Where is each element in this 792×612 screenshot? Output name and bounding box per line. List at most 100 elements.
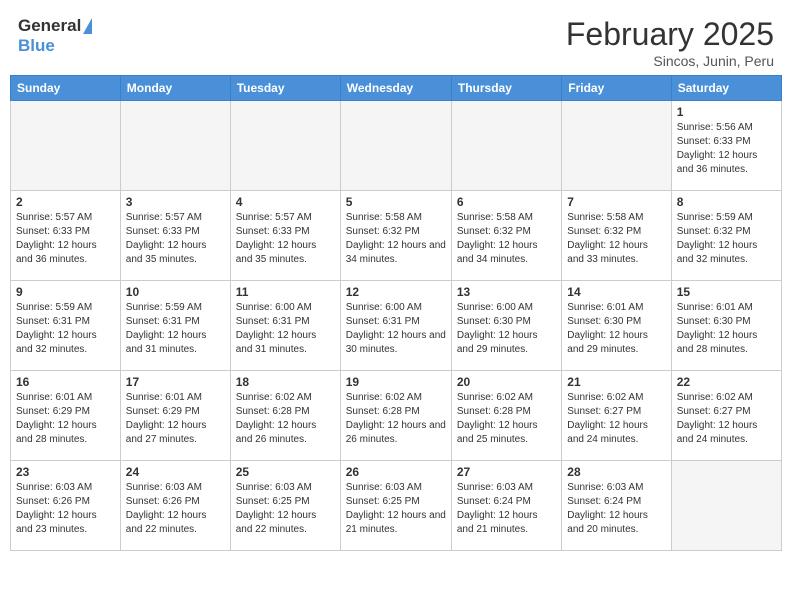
day-info: Sunrise: 6:02 AM Sunset: 6:27 PM Dayligh… bbox=[567, 391, 665, 447]
calendar-day-cell: 21 Sunrise: 6:02 AM Sunset: 6:27 PM Dayli… bbox=[562, 371, 671, 461]
day-info: Sunrise: 6:00 AM Sunset: 6:31 PM Dayligh… bbox=[346, 301, 446, 357]
day-number: 17 bbox=[126, 375, 225, 389]
calendar-day-cell: 23Sunrise: 6:03 AM Sunset: 6:26 PM Dayli… bbox=[11, 461, 121, 551]
day-info: Sunrise: 6:03 AM Sunset: 6:26 PM Dayligh… bbox=[126, 481, 225, 537]
calendar-day-cell: 25 Sunrise: 6:03 AM Sunset: 6:25 PM Dayli… bbox=[230, 461, 340, 551]
calendar-day-cell: 26 Sunrise: 6:03 AM Sunset: 6:25 PM Dayli… bbox=[340, 461, 451, 551]
calendar-day-cell: 1 Sunrise: 5:56 AM Sunset: 6:33 PM Daylig… bbox=[671, 101, 781, 191]
day-info: Sunrise: 6:02 AM Sunset: 6:27 PM Dayligh… bbox=[677, 391, 776, 447]
day-number: 25 bbox=[236, 465, 335, 479]
day-info: Sunrise: 6:01 AM Sunset: 6:30 PM Dayligh… bbox=[677, 301, 776, 357]
logo-blue: Blue bbox=[18, 36, 55, 56]
title-block: February 2025 Sincos, Junin, Peru bbox=[566, 16, 774, 69]
day-info: Sunrise: 5:58 AM Sunset: 6:32 PM Dayligh… bbox=[567, 211, 665, 267]
day-info: Sunrise: 6:01 AM Sunset: 6:29 PM Dayligh… bbox=[16, 391, 115, 447]
calendar-day-cell: 24 Sunrise: 6:03 AM Sunset: 6:26 PM Dayli… bbox=[120, 461, 230, 551]
day-info: Sunrise: 6:01 AM Sunset: 6:30 PM Dayligh… bbox=[567, 301, 665, 357]
calendar-day-cell bbox=[340, 101, 451, 191]
day-number: 21 bbox=[567, 375, 665, 389]
calendar-week-row: 16 Sunrise: 6:01 AM Sunset: 6:29 PM Dayli… bbox=[11, 371, 782, 461]
day-info: Sunrise: 6:02 AM Sunset: 6:28 PM Dayligh… bbox=[346, 391, 446, 447]
day-number: 27 bbox=[457, 465, 556, 479]
month-year-title: February 2025 bbox=[566, 16, 774, 53]
day-of-week-header: Monday bbox=[120, 76, 230, 101]
calendar-day-cell: 28 Sunrise: 6:03 AM Sunset: 6:24 PM Dayli… bbox=[562, 461, 671, 551]
day-info: Sunrise: 5:58 AM Sunset: 6:32 PM Dayligh… bbox=[346, 211, 446, 267]
day-of-week-header: Wednesday bbox=[340, 76, 451, 101]
calendar-day-cell: 9Sunrise: 5:59 AM Sunset: 6:31 PM Daylig… bbox=[11, 281, 121, 371]
calendar-day-cell: 7 Sunrise: 5:58 AM Sunset: 6:32 PM Daylig… bbox=[562, 191, 671, 281]
calendar-day-cell bbox=[11, 101, 121, 191]
day-info: Sunrise: 6:01 AM Sunset: 6:29 PM Dayligh… bbox=[126, 391, 225, 447]
calendar-week-row: 2 Sunrise: 5:57 AM Sunset: 6:33 PM Daylig… bbox=[11, 191, 782, 281]
logo: General Blue bbox=[18, 16, 92, 56]
day-info: Sunrise: 5:57 AM Sunset: 6:33 PM Dayligh… bbox=[236, 211, 335, 267]
day-number: 22 bbox=[677, 375, 776, 389]
day-number: 12 bbox=[346, 285, 446, 299]
calendar-day-cell: 4 Sunrise: 5:57 AM Sunset: 6:33 PM Daylig… bbox=[230, 191, 340, 281]
day-number: 23 bbox=[16, 465, 115, 479]
calendar-day-cell: 22 Sunrise: 6:02 AM Sunset: 6:27 PM Dayli… bbox=[671, 371, 781, 461]
day-number: 11 bbox=[236, 285, 335, 299]
day-number: 24 bbox=[126, 465, 225, 479]
day-number: 4 bbox=[236, 195, 335, 209]
calendar-day-cell: 20 Sunrise: 6:02 AM Sunset: 6:28 PM Dayli… bbox=[451, 371, 561, 461]
location-subtitle: Sincos, Junin, Peru bbox=[566, 53, 774, 69]
calendar-day-cell bbox=[562, 101, 671, 191]
calendar-day-cell: 2 Sunrise: 5:57 AM Sunset: 6:33 PM Daylig… bbox=[11, 191, 121, 281]
logo-general: General bbox=[18, 16, 81, 36]
day-info: Sunrise: 6:00 AM Sunset: 6:31 PM Dayligh… bbox=[236, 301, 335, 357]
calendar-day-cell bbox=[671, 461, 781, 551]
calendar-day-cell: 18Sunrise: 6:02 AM Sunset: 6:28 PM Dayli… bbox=[230, 371, 340, 461]
calendar-day-cell: 12 Sunrise: 6:00 AM Sunset: 6:31 PM Dayli… bbox=[340, 281, 451, 371]
day-of-week-header: Saturday bbox=[671, 76, 781, 101]
calendar-day-cell bbox=[230, 101, 340, 191]
calendar-day-cell: 10Sunrise: 5:59 AM Sunset: 6:31 PM Dayli… bbox=[120, 281, 230, 371]
day-number: 2 bbox=[16, 195, 115, 209]
day-number: 28 bbox=[567, 465, 665, 479]
day-of-week-header: Sunday bbox=[11, 76, 121, 101]
day-info: Sunrise: 5:57 AM Sunset: 6:33 PM Dayligh… bbox=[16, 211, 115, 267]
day-of-week-header: Thursday bbox=[451, 76, 561, 101]
calendar-week-row: 1 Sunrise: 5:56 AM Sunset: 6:33 PM Daylig… bbox=[11, 101, 782, 191]
day-number: 7 bbox=[567, 195, 665, 209]
page-header: General Blue February 2025 Sincos, Junin… bbox=[10, 10, 782, 71]
logo-triangle-icon bbox=[83, 18, 92, 34]
calendar-day-cell: 17 Sunrise: 6:01 AM Sunset: 6:29 PM Dayli… bbox=[120, 371, 230, 461]
calendar-day-cell: 5 Sunrise: 5:58 AM Sunset: 6:32 PM Daylig… bbox=[340, 191, 451, 281]
calendar-week-row: 23 Sunrise: 6:03 AM Sunset: 6:26 PM Dayli… bbox=[11, 461, 782, 551]
day-info: Sunrise: 6:03 AM Sunset: 6:24 PM Dayligh… bbox=[457, 481, 556, 537]
calendar-day-cell: 6 Sunrise: 5:58 AM Sunset: 6:32 PM Daylig… bbox=[451, 191, 561, 281]
calendar-day-cell: 8Sunrise: 5:59 AM Sunset: 6:32 PM Daylig… bbox=[671, 191, 781, 281]
calendar-header-row: SundayMondayTuesdayWednesdayThursdayFrid… bbox=[11, 76, 782, 101]
day-of-week-header: Friday bbox=[562, 76, 671, 101]
calendar-day-cell: 27 Sunrise: 6:03 AM Sunset: 6:24 PM Dayli… bbox=[451, 461, 561, 551]
day-info: Sunrise: 5:57 AM Sunset: 6:33 PM Dayligh… bbox=[126, 211, 225, 267]
day-info: Sunrise: 5:56 AM Sunset: 6:33 PM Dayligh… bbox=[677, 121, 776, 177]
day-number: 19 bbox=[346, 375, 446, 389]
day-number: 16 bbox=[16, 375, 115, 389]
day-number: 1 bbox=[677, 105, 776, 119]
day-info: Sunrise: 5:58 AM Sunset: 6:32 PM Dayligh… bbox=[457, 211, 556, 267]
day-info: Sunrise: 6:03 AM Sunset: 6:24 PM Dayligh… bbox=[567, 481, 665, 537]
calendar-day-cell bbox=[451, 101, 561, 191]
day-number: 26 bbox=[346, 465, 446, 479]
day-info: Sunrise: 6:03 AM Sunset: 6:25 PM Dayligh… bbox=[236, 481, 335, 537]
day-info: Sunrise: 6:02 AM Sunset: 6:28 PM Dayligh… bbox=[236, 391, 335, 447]
day-info: Sunrise: 6:03 AM Sunset: 6:25 PM Dayligh… bbox=[346, 481, 446, 537]
day-number: 5 bbox=[346, 195, 446, 209]
calendar-day-cell: 15 Sunrise: 6:01 AM Sunset: 6:30 PM Dayli… bbox=[671, 281, 781, 371]
day-number: 14 bbox=[567, 285, 665, 299]
calendar-day-cell: 19 Sunrise: 6:02 AM Sunset: 6:28 PM Dayli… bbox=[340, 371, 451, 461]
calendar-day-cell: 13 Sunrise: 6:00 AM Sunset: 6:30 PM Dayli… bbox=[451, 281, 561, 371]
day-number: 20 bbox=[457, 375, 556, 389]
calendar-table: SundayMondayTuesdayWednesdayThursdayFrid… bbox=[10, 75, 782, 551]
day-info: Sunrise: 6:02 AM Sunset: 6:28 PM Dayligh… bbox=[457, 391, 556, 447]
calendar-week-row: 9Sunrise: 5:59 AM Sunset: 6:31 PM Daylig… bbox=[11, 281, 782, 371]
day-number: 15 bbox=[677, 285, 776, 299]
day-number: 8 bbox=[677, 195, 776, 209]
day-number: 13 bbox=[457, 285, 556, 299]
day-info: Sunrise: 6:00 AM Sunset: 6:30 PM Dayligh… bbox=[457, 301, 556, 357]
calendar-day-cell: 14 Sunrise: 6:01 AM Sunset: 6:30 PM Dayli… bbox=[562, 281, 671, 371]
day-number: 6 bbox=[457, 195, 556, 209]
